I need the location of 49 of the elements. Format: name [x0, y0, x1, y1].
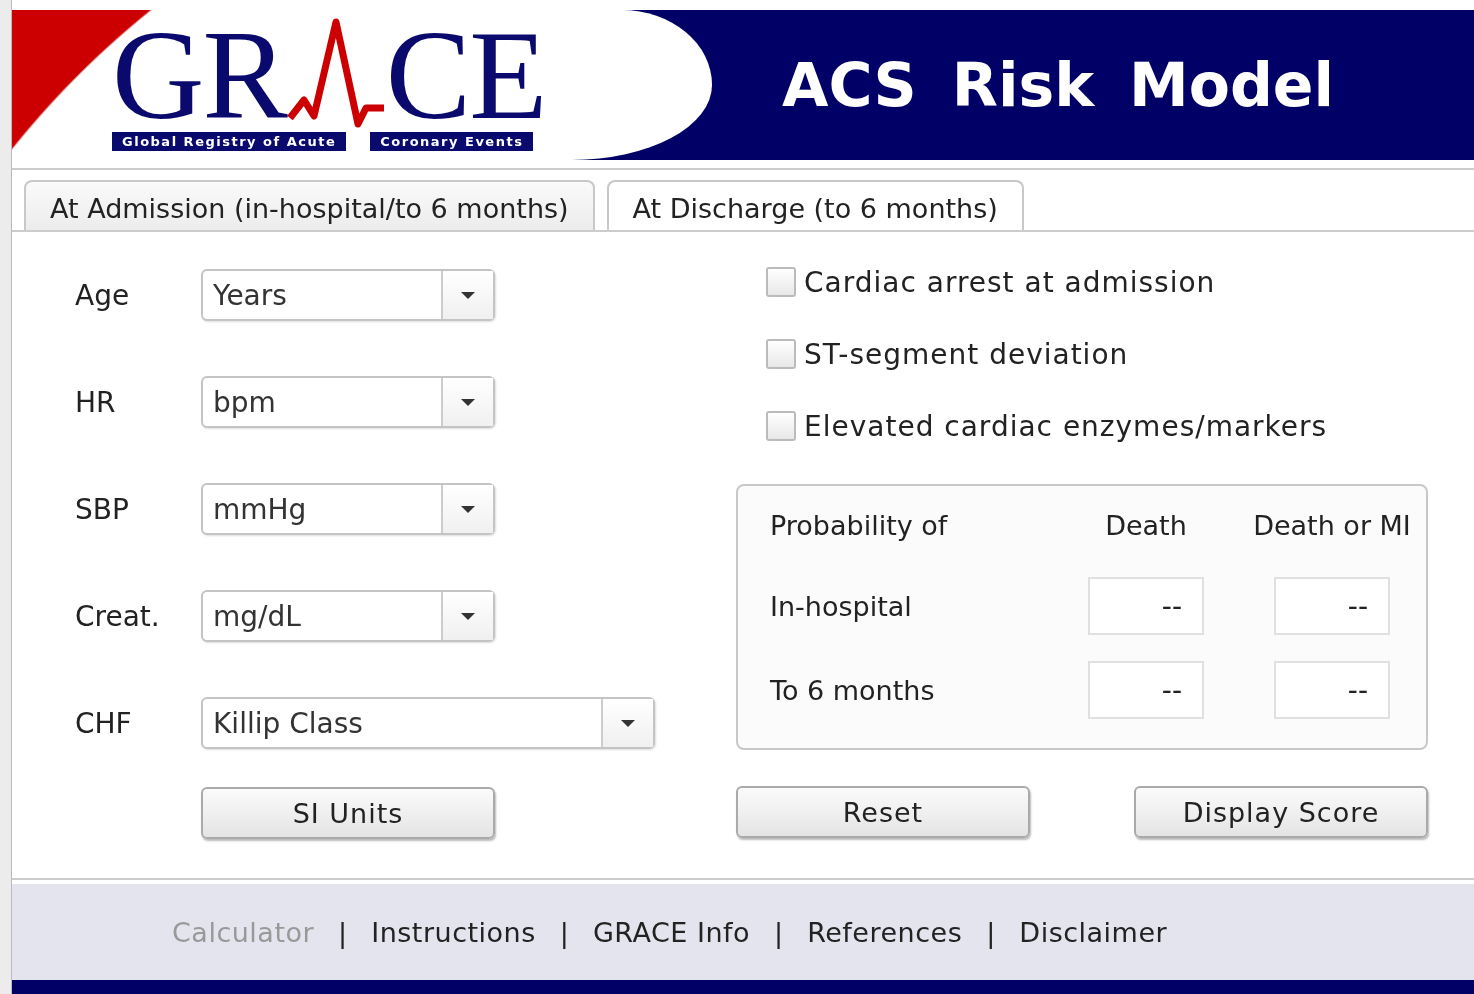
field-label: HR	[75, 385, 117, 419]
dropdown[interactable]: Years	[201, 269, 495, 321]
dropdown[interactable]: bpm	[201, 376, 495, 428]
caret-icon	[461, 398, 475, 406]
checkbox-label: Cardiac arrest at admission	[804, 265, 1216, 299]
field-label: Age	[75, 278, 131, 312]
result-field: --	[1274, 577, 1390, 635]
checkbox[interactable]	[766, 267, 796, 297]
caret-icon	[461, 505, 475, 513]
column-header: Death or MI	[1253, 509, 1411, 541]
logo-tagline: Coronary Events	[370, 131, 534, 151]
nav-link[interactable]: GRACE Info	[592, 916, 751, 948]
result-field: --	[1088, 661, 1204, 719]
logo-text: GR	[112, 19, 286, 130]
tab[interactable]: At Discharge (to 6 months)	[606, 180, 1024, 230]
si-units-button[interactable]: SI Units	[201, 787, 495, 839]
app-title: ACS Risk Model	[782, 50, 1335, 120]
nav-link[interactable]: Instructions	[371, 916, 536, 948]
result-field: --	[1088, 577, 1204, 635]
result-field: --	[1274, 661, 1390, 719]
caret-icon	[461, 291, 475, 299]
dropdown[interactable]: mg/dL	[201, 590, 495, 642]
caret-icon	[621, 719, 635, 727]
dropdown[interactable]: Killip Class	[201, 697, 655, 749]
separator: |	[559, 916, 569, 948]
logo-text: CE	[385, 19, 546, 130]
checkbox-label: ST-segment deviation	[804, 337, 1129, 371]
nav-link[interactable]: References	[807, 916, 963, 948]
field-label: Creat.	[75, 599, 161, 633]
checkbox[interactable]	[766, 339, 796, 369]
dropdown[interactable]: mmHg	[201, 483, 495, 535]
column-header: Death	[1105, 509, 1187, 541]
separator: |	[338, 916, 348, 948]
caret-icon	[461, 612, 475, 620]
row-label: To 6 months	[770, 674, 936, 706]
row-label: In-hospital	[770, 590, 913, 622]
field-label: CHF	[75, 706, 133, 740]
reset-button[interactable]: Reset	[736, 786, 1030, 838]
tab[interactable]: At Admission (in-hospital/to 6 months)	[24, 180, 595, 230]
nav-link[interactable]: Disclaimer	[1019, 916, 1168, 948]
checkbox-label: Elevated cardiac enzymes/markers	[804, 409, 1328, 443]
heartbeat-icon	[285, 17, 386, 130]
field-label: SBP	[75, 492, 130, 526]
checkbox[interactable]	[766, 411, 796, 441]
logo-tagline: Global Registry of Acute	[112, 131, 347, 151]
separator: |	[774, 916, 784, 948]
display-score-button[interactable]: Display Score	[1134, 786, 1428, 838]
separator: |	[986, 916, 996, 948]
column-header: Probability of	[770, 509, 949, 541]
